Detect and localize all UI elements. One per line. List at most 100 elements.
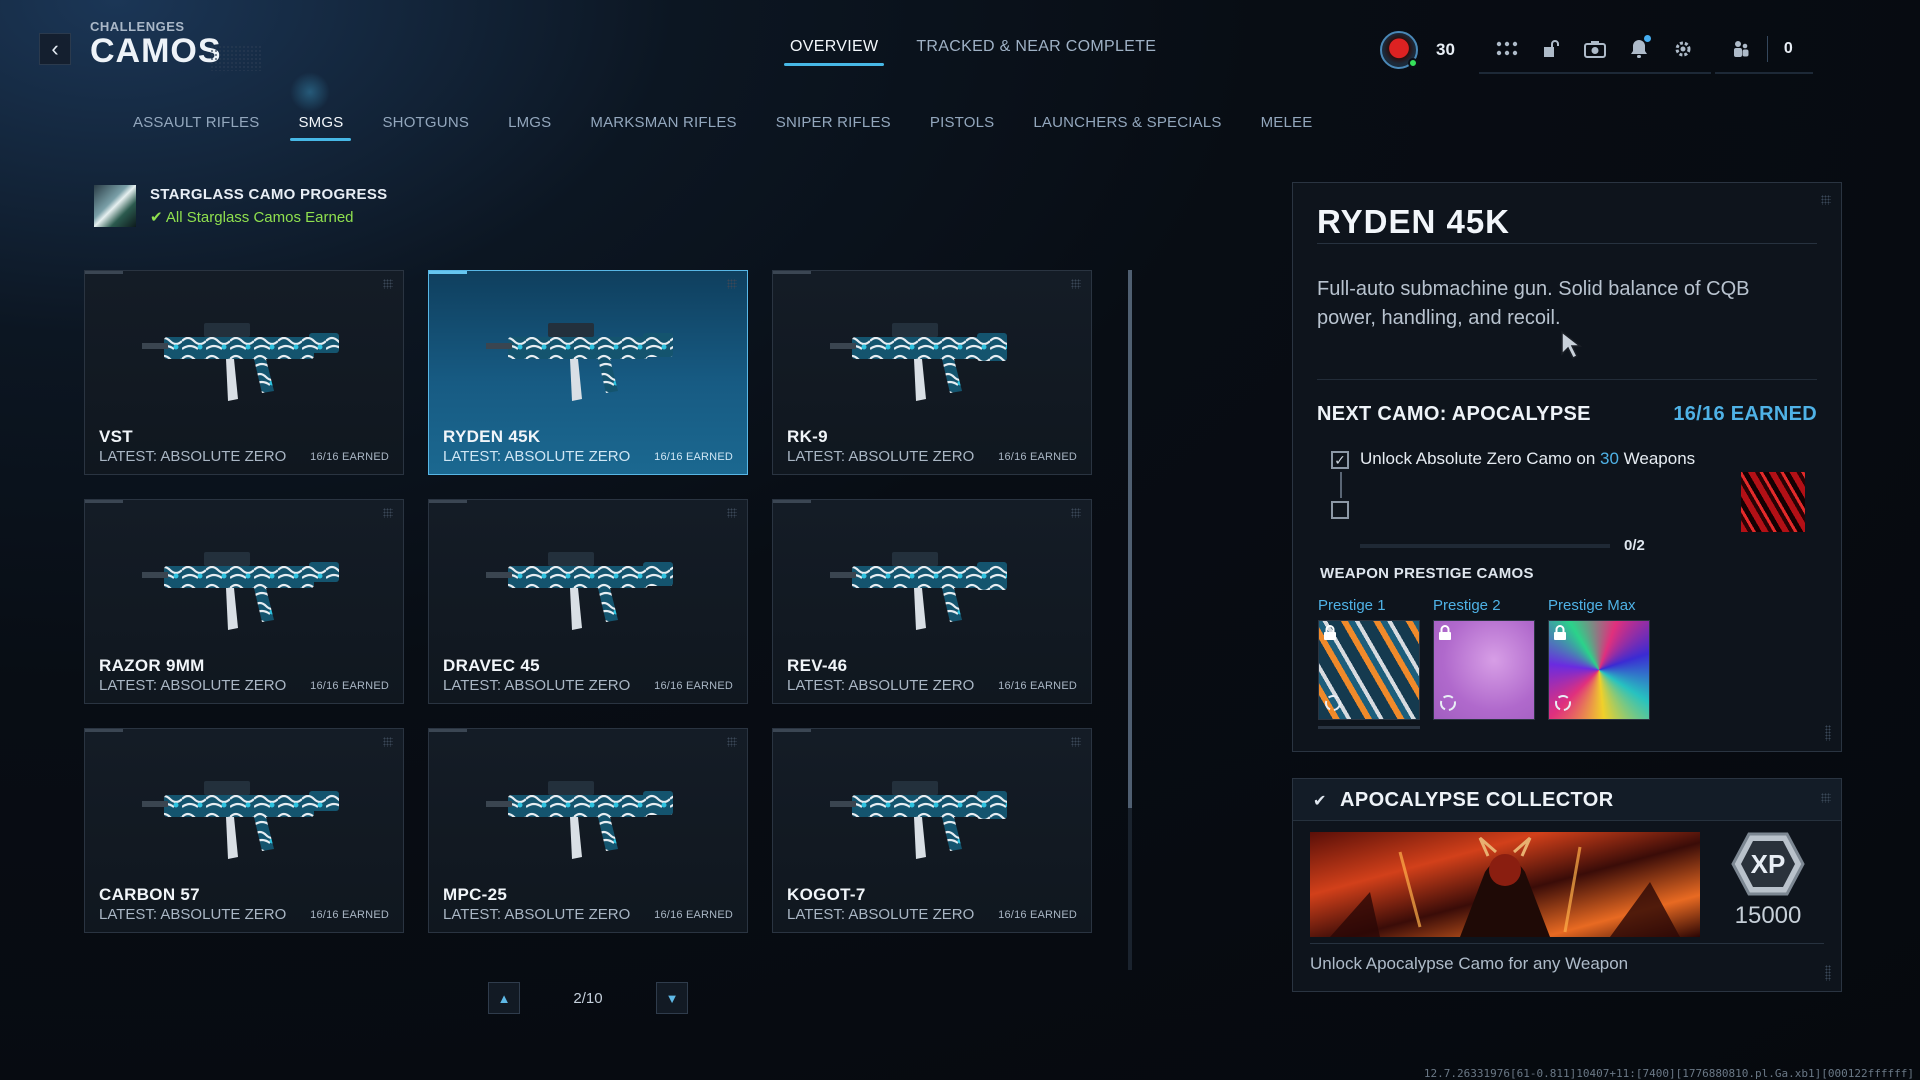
- weapon-image: [142, 552, 339, 630]
- next-camo-earned-count: 16/16 EARNED: [1673, 403, 1817, 425]
- tab-shotguns[interactable]: SHOTGUNS: [382, 114, 469, 141]
- xp-reward: XP 15000: [1713, 832, 1823, 937]
- weapon-latest-camo: LATEST: ABSOLUTE ZERO: [787, 677, 975, 694]
- weapon-image: [486, 781, 673, 859]
- prestige-camo-max[interactable]: Prestige Max: [1548, 597, 1650, 720]
- online-status-indicator: [1408, 58, 1418, 68]
- prestige-camo-swatch: [1548, 620, 1650, 720]
- weapon-card-vst[interactable]: VST LATEST: ABSOLUTE ZERO 16/16 EARNED: [84, 270, 404, 475]
- starglass-camo-icon: [94, 185, 136, 227]
- friends-box[interactable]: 0: [1714, 26, 1813, 74]
- gear-icon[interactable]: [1667, 33, 1699, 65]
- corner-dots-decoration: [383, 737, 393, 747]
- weapon-card-razor-9mm[interactable]: RAZOR 9MM LATEST: ABSOLUTE ZERO 16/16 EA…: [84, 499, 404, 704]
- camo-progress-label: 0/2: [1624, 537, 1645, 554]
- weapon-card-rev-46[interactable]: REV-46 LATEST: ABSOLUTE ZERO 16/16 EARNE…: [772, 499, 1092, 704]
- player-emblem-avatar[interactable]: [1380, 31, 1418, 69]
- page-title: CAMOS: [90, 32, 222, 70]
- weapon-image: [142, 323, 339, 401]
- weapon-card-dravec-45[interactable]: DRAVEC 45 LATEST: ABSOLUTE ZERO 16/16 EA…: [428, 499, 748, 704]
- divider: [1317, 243, 1817, 244]
- apps-grid-icon[interactable]: [1491, 33, 1523, 65]
- weapon-camos-earned: 16/16 EARNED: [998, 451, 1077, 463]
- apocalypse-collector-panel[interactable]: ✔ APOCALYPSE COLLECTOR XP 15000 Unlock A…: [1292, 778, 1842, 992]
- lock-icon: [1323, 625, 1339, 643]
- weapon-card-carbon-57[interactable]: CARBON 57 LATEST: ABSOLUTE ZERO 16/16 EA…: [84, 728, 404, 933]
- weapon-name: VST: [99, 427, 133, 446]
- corner-dots-decoration: [1071, 737, 1081, 747]
- top-tabs: OVERVIEW TRACKED & NEAR COMPLETE: [783, 38, 1156, 66]
- scrollbar-thumb[interactable]: [1128, 270, 1132, 808]
- weapon-name: RK-9: [787, 427, 828, 446]
- tab-tracked-near-complete[interactable]: TRACKED & NEAR COMPLETE: [916, 38, 1156, 66]
- tab-sniper-rifles[interactable]: SNIPER RIFLES: [776, 114, 891, 141]
- prestige-camo-1[interactable]: Prestige 1: [1318, 597, 1420, 720]
- corner-dots-decoration: [727, 279, 737, 289]
- xp-value: 15000: [1734, 902, 1802, 929]
- weapon-latest-camo: LATEST: ABSOLUTE ZERO: [99, 677, 287, 694]
- corner-dots-decoration: [1821, 195, 1831, 205]
- weapon-grid-scrollbar[interactable]: [1128, 270, 1132, 970]
- tab-assault-rifles[interactable]: ASSAULT RIFLES: [133, 114, 259, 141]
- weapon-camos-earned: 16/16 EARNED: [654, 451, 733, 463]
- tab-melee[interactable]: MELEE: [1261, 114, 1313, 141]
- weapon-camos-earned: 16/16 EARNED: [310, 909, 389, 921]
- weapon-card-ryden-45k[interactable]: RYDEN 45K LATEST: ABSOLUTE ZERO 16/16 EA…: [428, 270, 748, 475]
- divider: [1310, 943, 1824, 944]
- weapon-latest-camo: LATEST: ABSOLUTE ZERO: [99, 448, 287, 465]
- corner-dots-decoration: [383, 508, 393, 518]
- prestige-camo-swatch: [1433, 620, 1535, 720]
- bell-icon[interactable]: [1623, 33, 1655, 65]
- apocalypse-camo-preview: [1741, 472, 1805, 532]
- tab-smgs[interactable]: SMGS: [290, 114, 352, 141]
- build-id-text: 12.7.26331976[61-0.811]10407+11:[7400][1…: [1423, 1067, 1914, 1080]
- camera-icon[interactable]: [1579, 33, 1611, 65]
- weapon-camos-earned: 16/16 EARNED: [654, 909, 733, 921]
- weapon-name: DRAVEC 45: [443, 656, 540, 675]
- weapon-latest-camo: LATEST: ABSOLUTE ZERO: [443, 448, 631, 465]
- collector-title: APOCALYPSE COLLECTOR: [1340, 789, 1614, 811]
- corner-dots-decoration: [1821, 793, 1831, 803]
- tab-overview[interactable]: OVERVIEW: [783, 38, 885, 66]
- tab-marksman-rifles[interactable]: MARKSMAN RIFLES: [590, 114, 736, 141]
- weapon-name: MPC-25: [443, 885, 508, 904]
- prestige-camo-swatch: [1318, 620, 1420, 720]
- weapon-name: CARBON 57: [99, 885, 200, 904]
- locker-icon[interactable]: [1535, 33, 1567, 65]
- weapon-image: [142, 781, 339, 859]
- weapon-image: [830, 781, 1007, 859]
- corner-dots-decoration: [1825, 965, 1831, 981]
- tab-launchers-specials[interactable]: LAUNCHERS & SPECIALS: [1033, 114, 1221, 141]
- corner-dots-decoration: [383, 279, 393, 289]
- active-tab-glow: [290, 72, 330, 112]
- weapon-card-mpc-25[interactable]: MPC-25 LATEST: ABSOLUTE ZERO 16/16 EARNE…: [428, 728, 748, 933]
- checkmark-icon: ✔: [150, 209, 166, 226]
- weapon-camos-earned: 16/16 EARNED: [998, 680, 1077, 692]
- corner-dots-decoration: [727, 508, 737, 518]
- prestige-camo-2[interactable]: Prestige 2: [1433, 597, 1535, 720]
- starglass-status: ✔ All Starglass Camos Earned: [150, 209, 354, 226]
- weapon-latest-camo: LATEST: ABSOLUTE ZERO: [443, 906, 631, 923]
- weapon-grid: VST LATEST: ABSOLUTE ZERO 16/16 EARNED R…: [84, 270, 1092, 933]
- weapon-card-rk-9[interactable]: RK-9 LATEST: ABSOLUTE ZERO 16/16 EARNED: [772, 270, 1092, 475]
- prestige-label: Prestige 1: [1318, 597, 1386, 614]
- tab-pistols[interactable]: PISTOLS: [930, 114, 994, 141]
- tab-lmgs[interactable]: LMGS: [508, 114, 551, 141]
- chevron-left-icon: ‹: [51, 36, 59, 61]
- friends-icon: [1725, 33, 1757, 65]
- weapon-card-kogot-7[interactable]: KOGOT-7 LATEST: ABSOLUTE ZERO 16/16 EARN…: [772, 728, 1092, 933]
- next-camo-title: NEXT CAMO: APOCALYPSE: [1317, 403, 1591, 425]
- requirement-text: Unlock Absolute Zero Camo on 30 Weapons: [1360, 449, 1696, 468]
- page-up-button[interactable]: ▲: [488, 982, 520, 1014]
- lock-icon: [1438, 625, 1454, 643]
- weapon-image: [830, 552, 1007, 630]
- chevron-down-icon: ▼: [665, 990, 679, 1006]
- prestige-camos-heading: WEAPON PRESTIGE CAMOS: [1320, 565, 1534, 582]
- prestige-label: Prestige Max: [1548, 597, 1636, 614]
- page-down-button[interactable]: ▼: [656, 982, 688, 1014]
- weapon-name: KOGOT-7: [787, 885, 866, 904]
- starglass-progress: STARGLASS CAMO PROGRESS ✔ All Starglass …: [94, 185, 387, 227]
- back-button[interactable]: ‹: [39, 33, 71, 65]
- chevron-up-icon: ▲: [497, 990, 511, 1006]
- prestige-emblem-icon: [1323, 693, 1345, 715]
